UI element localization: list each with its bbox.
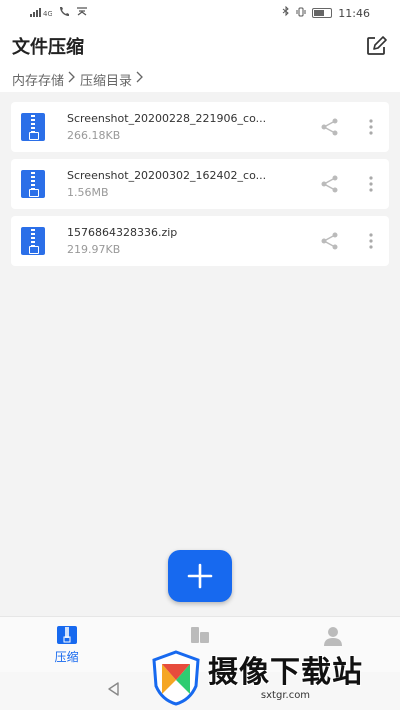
- breadcrumb-internal-storage[interactable]: 内存存储: [12, 70, 64, 89]
- share-button[interactable]: [315, 112, 345, 142]
- more-button[interactable]: [363, 112, 379, 142]
- share-icon: [321, 118, 338, 136]
- edit-button[interactable]: [364, 34, 388, 58]
- file-info: Screenshot_20200302_162402_co... 1.56MB: [67, 169, 315, 199]
- file-size: 219.97KB: [67, 243, 121, 256]
- file-size: 266.18KB: [67, 129, 121, 142]
- file-name: 1576864328336.zip: [67, 226, 178, 239]
- edit-icon: [367, 36, 387, 55]
- file-list: Screenshot_20200228_221906_co... 266.18K…: [11, 102, 389, 273]
- watermark-url: sxtgr.com: [260, 689, 311, 701]
- status-left: 4G: [30, 6, 88, 20]
- page-title: 文件压缩: [12, 37, 84, 58]
- file-row[interactable]: 1576864328336.zip 219.97KB: [11, 216, 389, 266]
- zip-file-icon: [21, 170, 45, 198]
- watermark-text: 摄像下载站 sxtgr.com: [208, 654, 363, 701]
- file-size: 1.56MB: [67, 186, 109, 199]
- file-row[interactable]: Screenshot_20200228_221906_co... 266.18K…: [11, 102, 389, 152]
- back-button[interactable]: [106, 681, 122, 701]
- file-info: Screenshot_20200228_221906_co... 266.18K…: [67, 112, 315, 142]
- user-tab-icon: [324, 627, 343, 646]
- file-info: 1576864328336.zip 219.97KB: [67, 226, 315, 256]
- tab-compress[interactable]: 压缩: [0, 617, 133, 673]
- back-triangle-icon: [108, 682, 119, 696]
- file-row[interactable]: Screenshot_20200302_162402_co... 1.56MB: [11, 159, 389, 209]
- chevron-right-icon: [68, 71, 76, 87]
- app-header: 文件压缩: [0, 26, 400, 66]
- zip-file-icon: [21, 227, 45, 255]
- more-vertical-icon: [369, 119, 373, 135]
- watermark: 摄像下载站 sxtgr.com: [150, 646, 400, 710]
- share-button[interactable]: [315, 226, 345, 256]
- breadcrumb: 内存存储 压缩目录: [0, 66, 400, 92]
- clock: 11:46: [338, 6, 370, 20]
- svg-text:4G: 4G: [43, 10, 52, 17]
- phone-icon: [58, 6, 70, 20]
- site-logo-icon: [152, 650, 200, 706]
- share-button[interactable]: [315, 169, 345, 199]
- status-bar: 4G 11:46: [0, 0, 400, 26]
- notification-icon: [76, 6, 88, 20]
- file-name: Screenshot_20200228_221906_co...: [67, 112, 267, 125]
- watermark-title: 摄像下载站: [208, 654, 363, 690]
- more-button[interactable]: [363, 169, 379, 199]
- file-name: Screenshot_20200302_162402_co...: [67, 169, 267, 182]
- breadcrumb-compress-dir[interactable]: 压缩目录: [80, 70, 132, 89]
- vibrate-icon: [296, 7, 306, 20]
- zip-file-icon: [21, 113, 45, 141]
- add-button[interactable]: [168, 550, 232, 602]
- zip-tab-icon: [56, 626, 77, 644]
- more-button[interactable]: [363, 226, 379, 256]
- signal-icon: 4G: [30, 7, 53, 20]
- bluetooth-icon: [282, 5, 290, 20]
- status-right: 11:46: [282, 5, 370, 20]
- chevron-right-icon: [136, 71, 144, 87]
- folder-tab-icon: [190, 627, 209, 643]
- more-vertical-icon: [369, 176, 373, 192]
- battery-icon: [312, 8, 333, 18]
- share-icon: [321, 232, 338, 250]
- share-icon: [321, 175, 338, 193]
- tab-compress-label: 压缩: [54, 650, 79, 664]
- more-vertical-icon: [369, 233, 373, 249]
- plus-icon: [187, 563, 213, 589]
